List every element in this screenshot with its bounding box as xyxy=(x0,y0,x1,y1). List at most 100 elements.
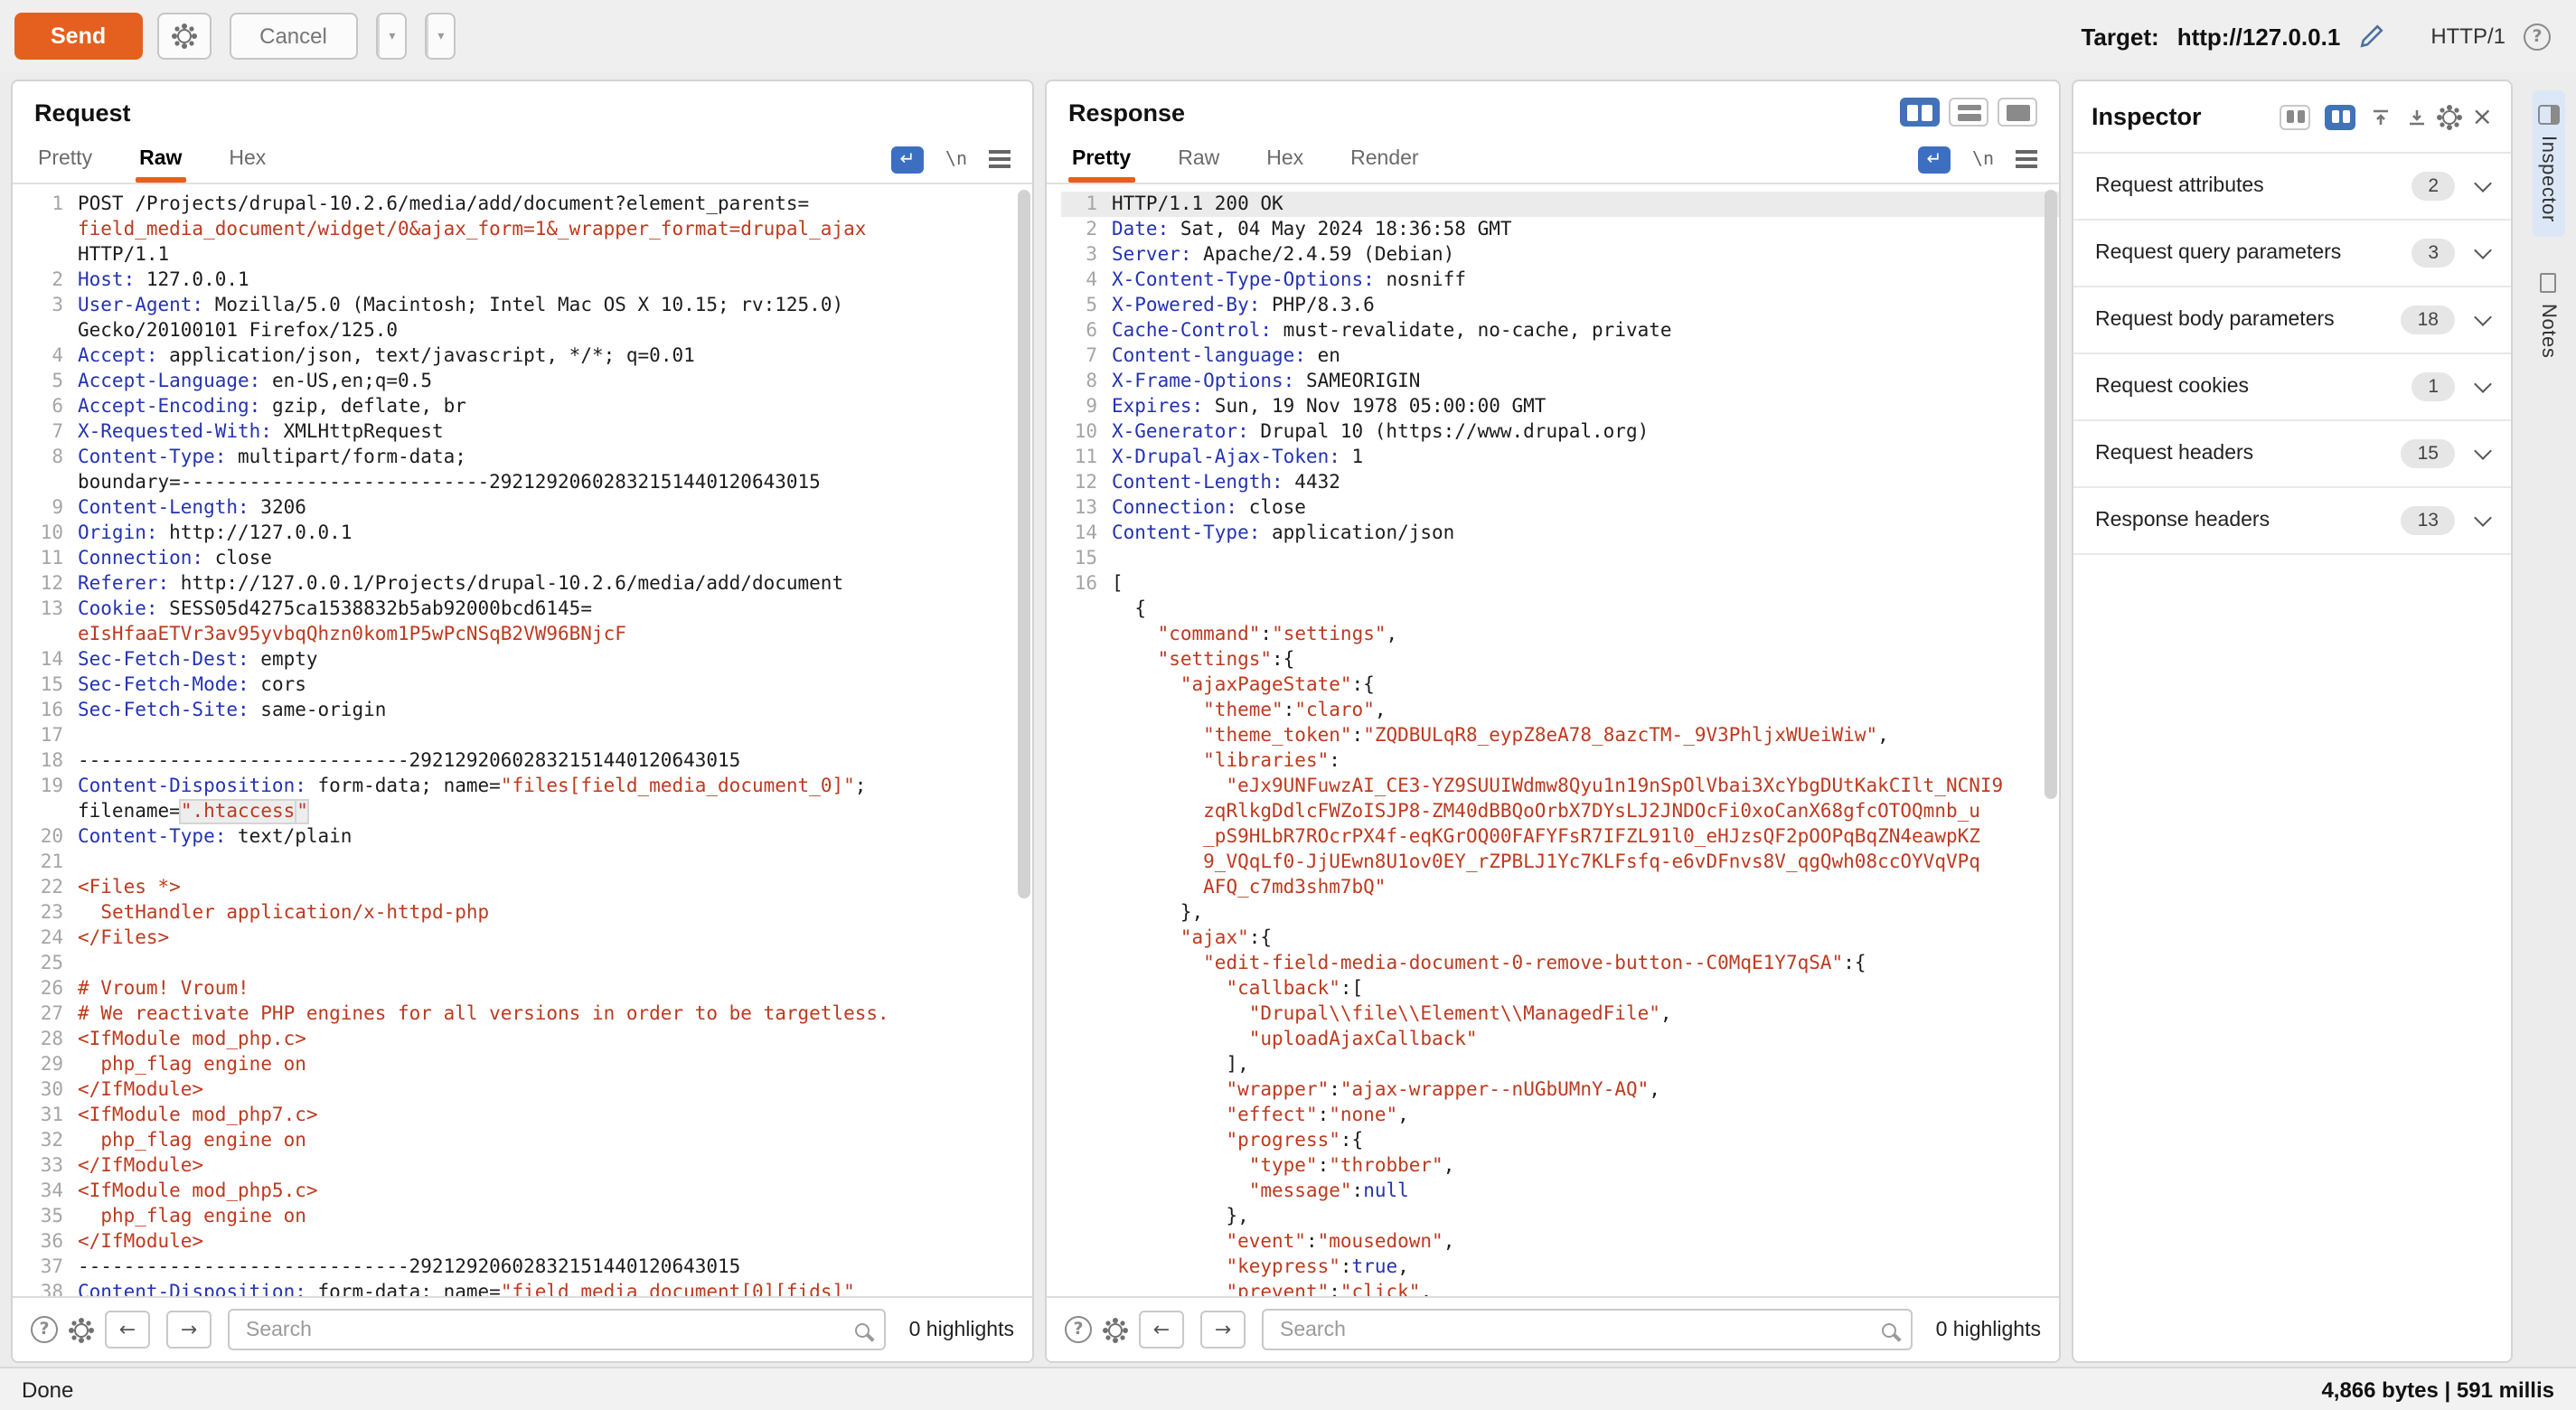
code-line[interactable]: 8X-Frame-Options: SAMEORIGIN xyxy=(1061,369,2059,394)
response-scrollbar-thumb[interactable] xyxy=(2045,190,2057,799)
prev-match-button[interactable]: ← xyxy=(1139,1311,1184,1349)
code-line[interactable]: 11Connection: close xyxy=(27,546,1032,571)
inspector-section-request-attributes[interactable]: Request attributes 2 xyxy=(2073,154,2511,221)
request-tab-raw[interactable]: Raw xyxy=(136,136,185,183)
prev-match-button[interactable]: ← xyxy=(105,1311,150,1349)
show-newlines-toggle[interactable]: \n xyxy=(1972,149,1994,169)
history-forward-dropdown[interactable]: ▾ xyxy=(427,14,454,58)
next-match-button[interactable]: → xyxy=(1200,1311,1246,1349)
code-line[interactable]: 15Sec-Fetch-Mode: cors xyxy=(27,672,1032,698)
history-back-dropdown[interactable]: ▾ xyxy=(378,14,405,58)
code-line[interactable]: 17 xyxy=(27,723,1032,748)
code-line[interactable]: 33</IfModule> xyxy=(27,1153,1032,1179)
code-line[interactable]: 3Server: Apache/2.4.59 (Debian) xyxy=(1061,242,2059,268)
side-tab-inspector[interactable]: Inspector xyxy=(2532,90,2564,237)
collapse-all-icon[interactable] xyxy=(2407,106,2429,127)
code-line[interactable]: 15 xyxy=(1061,546,2059,571)
code-line[interactable]: 2Host: 127.0.0.1 xyxy=(27,268,1032,293)
inspector-dock-side-icon[interactable] xyxy=(2280,104,2311,129)
response-viewer[interactable]: 1HTTP/1.1 200 OK2Date: Sat, 04 May 2024 … xyxy=(1047,186,2059,1296)
code-line[interactable]: 9Expires: Sun, 19 Nov 1978 05:00:00 GMT xyxy=(1061,394,2059,419)
code-line[interactable]: 10Origin: http://127.0.0.1 xyxy=(27,521,1032,546)
code-line[interactable]: 1POST /Projects/drupal-10.2.6/media/add/… xyxy=(27,192,1032,268)
help-icon[interactable]: ? xyxy=(2524,23,2551,50)
inspector-section-request-headers[interactable]: Request headers 15 xyxy=(2073,421,2511,488)
inspector-dock-panel-icon[interactable] xyxy=(2326,104,2356,129)
request-scrollbar[interactable] xyxy=(1018,186,1030,1294)
request-scrollbar-thumb[interactable] xyxy=(1018,190,1030,899)
code-line[interactable]: 18-----------------------------292129206… xyxy=(27,748,1032,774)
search-help-icon[interactable]: ? xyxy=(31,1316,58,1343)
next-match-button[interactable]: → xyxy=(166,1311,212,1349)
code-line[interactable]: 6Cache-Control: must-revalidate, no-cach… xyxy=(1061,318,2059,343)
code-line[interactable]: 12Referer: http://127.0.0.1/Projects/dru… xyxy=(27,571,1032,597)
response-tab-raw[interactable]: Raw xyxy=(1174,136,1223,183)
code-line[interactable]: 37-----------------------------292129206… xyxy=(27,1255,1032,1280)
code-line[interactable]: 31<IfModule mod_php7.c> xyxy=(27,1103,1032,1128)
view-stacked-button[interactable] xyxy=(1949,98,1988,127)
inspector-settings-icon[interactable] xyxy=(2443,109,2458,124)
code-line[interactable]: 12Content-Length: 4432 xyxy=(1061,470,2059,495)
soft-wrap-toggle-icon[interactable]: ↵ xyxy=(1918,146,1951,173)
search-settings-icon[interactable] xyxy=(74,1322,89,1337)
code-line[interactable]: 22<Files *> xyxy=(27,875,1032,900)
response-tab-pretty[interactable]: Pretty xyxy=(1068,136,1134,183)
show-newlines-toggle[interactable]: \n xyxy=(945,149,967,169)
response-tab-render[interactable]: Render xyxy=(1347,136,1422,183)
code-line[interactable]: 16Sec-Fetch-Site: same-origin xyxy=(27,698,1032,723)
code-line[interactable]: 9Content-Length: 3206 xyxy=(27,495,1032,521)
search-help-icon[interactable]: ? xyxy=(1065,1316,1092,1343)
code-line[interactable]: 23 SetHandler application/x-httpd-php xyxy=(27,900,1032,926)
request-editor[interactable]: 1POST /Projects/drupal-10.2.6/media/add/… xyxy=(13,186,1032,1296)
editor-menu-icon[interactable] xyxy=(989,150,1011,168)
code-line[interactable]: 26# Vroum! Vroum! xyxy=(27,976,1032,1001)
code-line[interactable]: 19Content-Disposition: form-data; name="… xyxy=(27,774,1032,824)
http-version-label[interactable]: HTTP/1 xyxy=(2430,24,2505,49)
code-line[interactable]: 16[ { "command":"settings", "settings":{… xyxy=(1061,571,2059,1296)
code-line[interactable]: 3User-Agent: Mozilla/5.0 (Macintosh; Int… xyxy=(27,293,1032,343)
code-line[interactable]: 4Accept: application/json, text/javascri… xyxy=(27,343,1032,369)
view-single-button[interactable] xyxy=(1998,98,2037,127)
code-line[interactable]: 14Sec-Fetch-Dest: empty xyxy=(27,647,1032,672)
code-line[interactable]: 34<IfModule mod_php5.c> xyxy=(27,1179,1032,1204)
code-line[interactable]: 38Content-Disposition: form-data; name="… xyxy=(27,1280,1032,1296)
code-line[interactable]: 32 php_flag engine on xyxy=(27,1128,1032,1153)
send-button[interactable]: Send xyxy=(14,13,142,60)
side-tab-notes[interactable]: Notes xyxy=(2532,258,2564,373)
response-scrollbar[interactable] xyxy=(2045,186,2057,1294)
inspector-section-response-headers[interactable]: Response headers 13 xyxy=(2073,488,2511,555)
code-line[interactable]: 27# We reactivate PHP engines for all ve… xyxy=(27,1001,1032,1027)
inspector-section-body-parameters[interactable]: Request body parameters 18 xyxy=(2073,287,2511,354)
code-line[interactable]: 13Connection: close xyxy=(1061,495,2059,521)
code-line[interactable]: 5Accept-Language: en-US,en;q=0.5 xyxy=(27,369,1032,394)
expand-all-icon[interactable] xyxy=(2371,106,2393,127)
request-tab-hex[interactable]: Hex xyxy=(225,136,269,183)
response-tab-hex[interactable]: Hex xyxy=(1263,136,1307,183)
code-line[interactable]: 13Cookie: SESS05d4275ca1538832b5ab92000b… xyxy=(27,597,1032,647)
request-search-input[interactable] xyxy=(228,1309,886,1350)
search-settings-icon[interactable] xyxy=(1108,1322,1123,1337)
code-line[interactable]: 11X-Drupal-Ajax-Token: 1 xyxy=(1061,445,2059,470)
code-line[interactable]: 7Content-language: en xyxy=(1061,343,2059,369)
code-line[interactable]: 5X-Powered-By: PHP/8.3.6 xyxy=(1061,293,2059,318)
code-line[interactable]: 10X-Generator: Drupal 10 (https://www.dr… xyxy=(1061,419,2059,445)
inspector-section-request-cookies[interactable]: Request cookies 1 xyxy=(2073,354,2511,421)
view-side-by-side-button[interactable] xyxy=(1900,98,1940,127)
code-line[interactable]: 20Content-Type: text/plain xyxy=(27,824,1032,850)
code-line[interactable]: 14Content-Type: application/json xyxy=(1061,521,2059,546)
code-line[interactable]: 7X-Requested-With: XMLHttpRequest xyxy=(27,419,1032,445)
request-tab-pretty[interactable]: Pretty xyxy=(34,136,96,183)
edit-target-icon[interactable] xyxy=(2358,24,2383,49)
code-line[interactable]: 36</IfModule> xyxy=(27,1229,1032,1255)
code-line[interactable]: 2Date: Sat, 04 May 2024 18:36:58 GMT xyxy=(1061,217,2059,242)
code-line[interactable]: 30</IfModule> xyxy=(27,1077,1032,1103)
code-line[interactable]: 35 php_flag engine on xyxy=(27,1204,1032,1229)
response-search-input[interactable] xyxy=(1262,1309,1913,1350)
editor-menu-icon[interactable] xyxy=(2016,150,2037,168)
code-line[interactable]: 25 xyxy=(27,951,1032,976)
inspector-section-query-parameters[interactable]: Request query parameters 3 xyxy=(2073,221,2511,287)
code-line[interactable]: 4X-Content-Type-Options: nosniff xyxy=(1061,268,2059,293)
code-line[interactable]: 1HTTP/1.1 200 OK xyxy=(1061,192,2059,217)
code-line[interactable]: 29 php_flag engine on xyxy=(27,1052,1032,1077)
inspector-close-icon[interactable]: × xyxy=(2472,104,2493,129)
